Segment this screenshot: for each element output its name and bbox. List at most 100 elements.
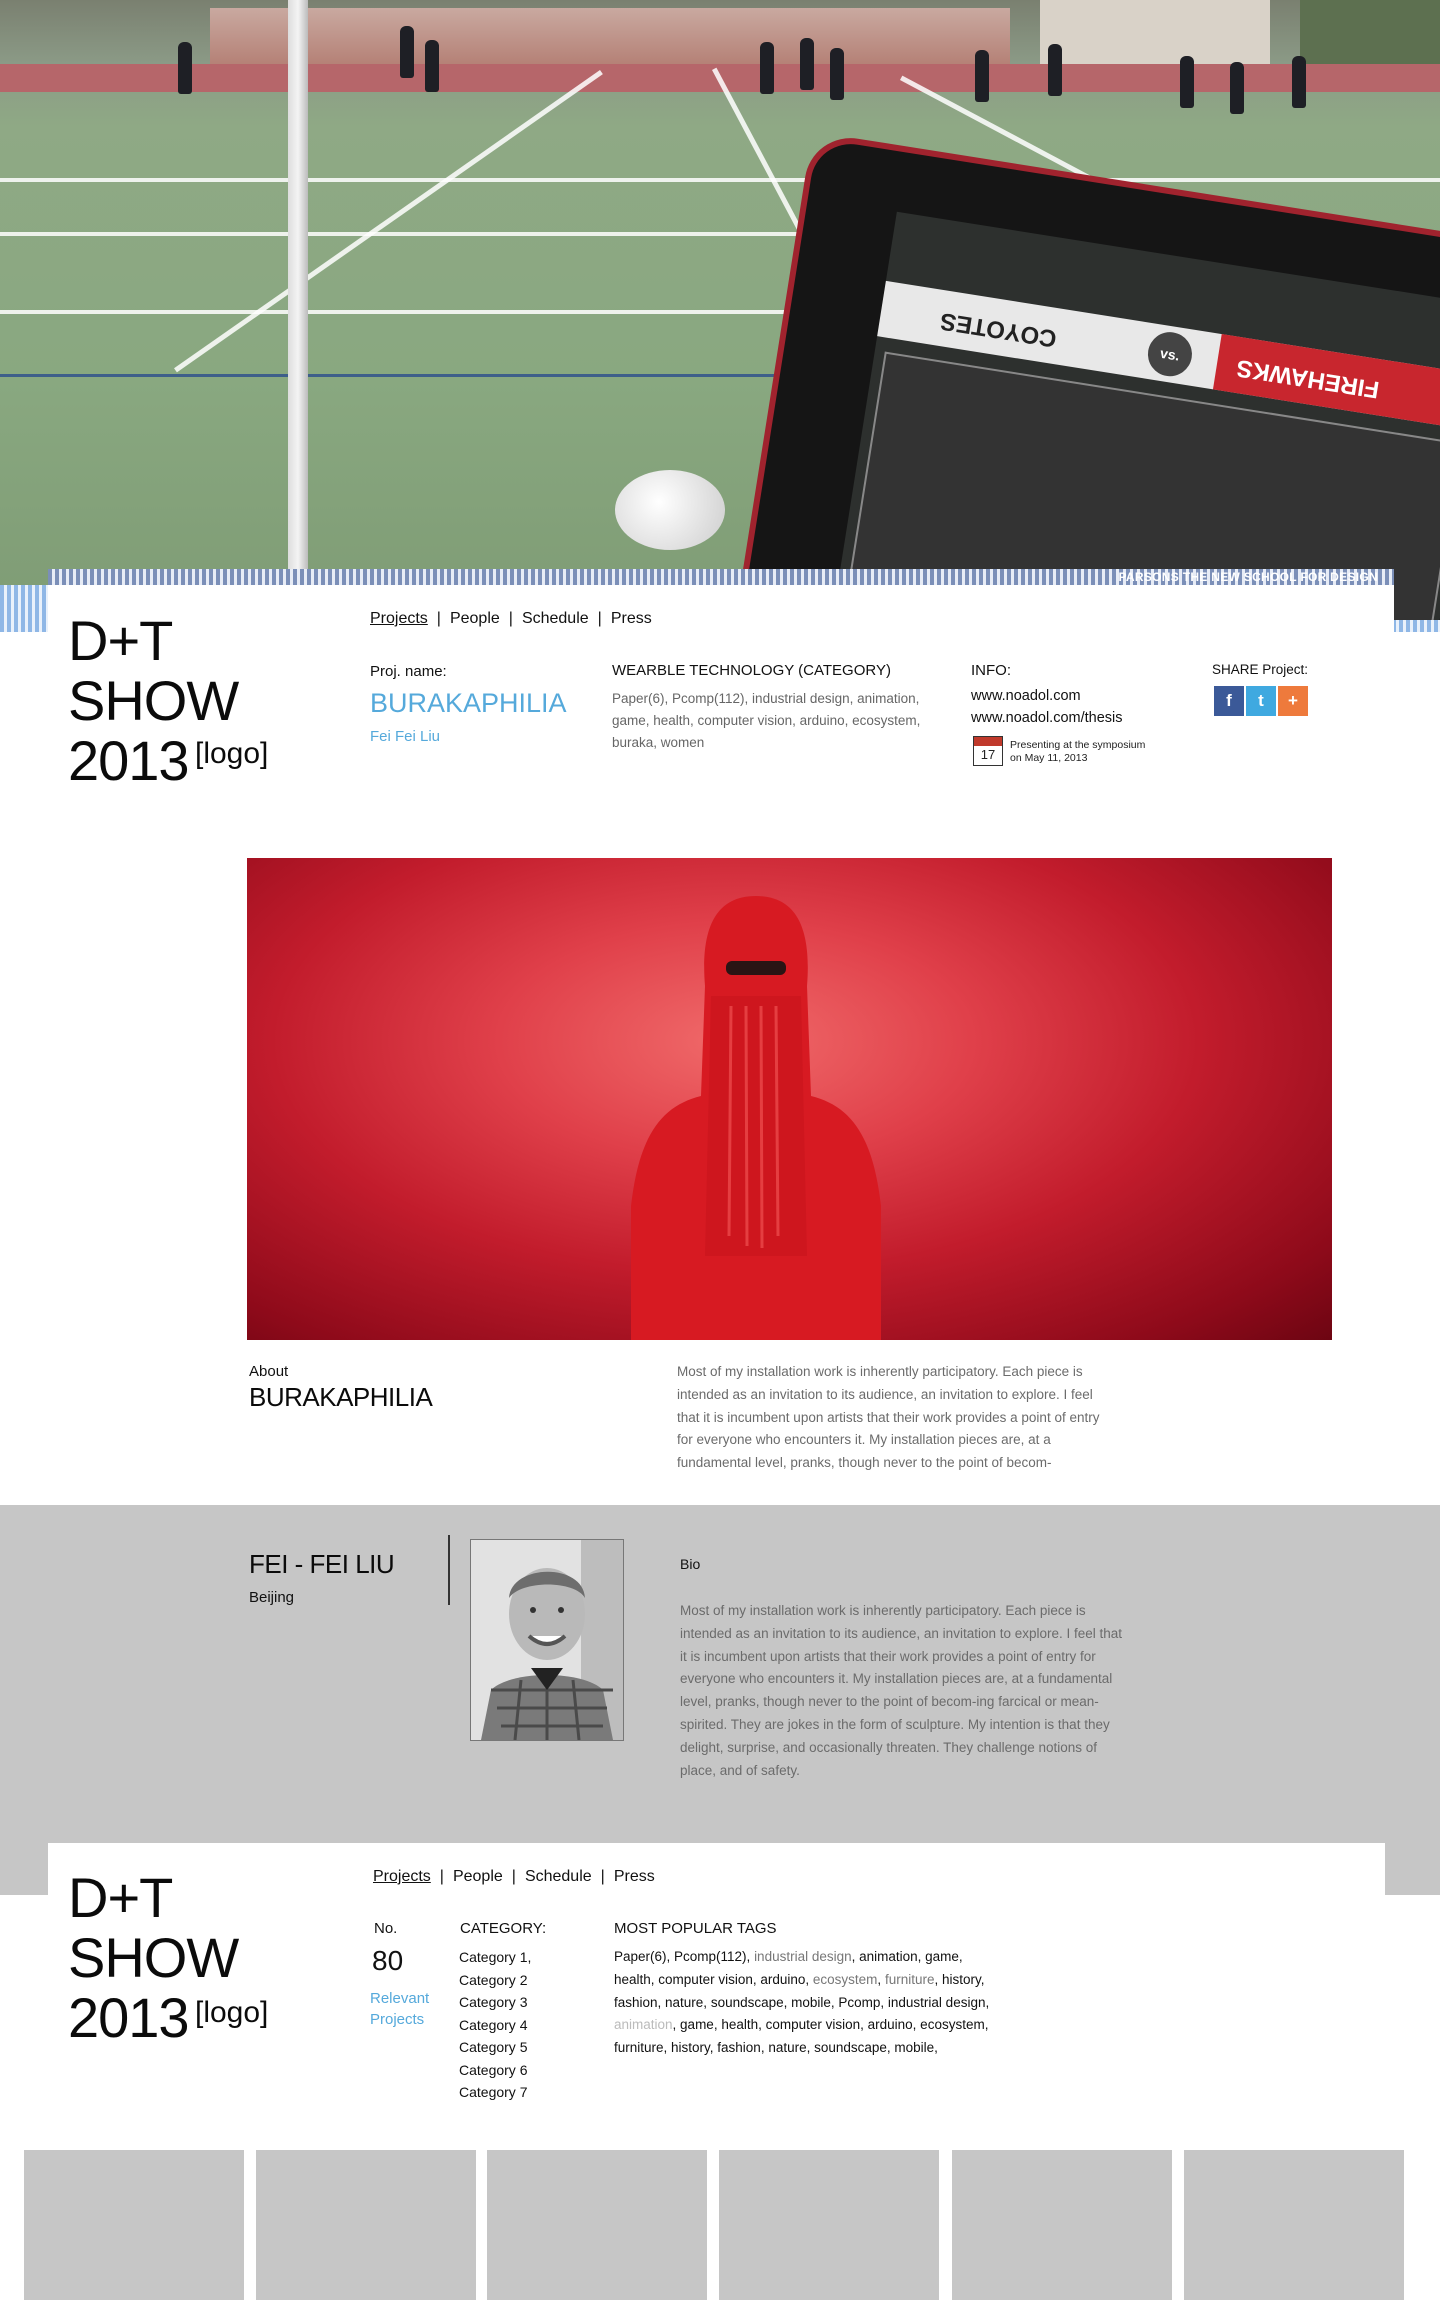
relevant-line2: Projects: [370, 2011, 425, 2028]
player-figure: [400, 26, 414, 78]
hero-photo: COYOTES vs. FIREHAWKS PARSONS THE NEW SC…: [0, 0, 1440, 632]
calendar-icon: 17: [973, 736, 1003, 766]
category-label: WEARBLE TECHNOLOGY (CATEGORY): [612, 662, 891, 679]
no-label: No.: [374, 1920, 398, 1937]
project-thumbnail[interactable]: [256, 2150, 476, 2300]
player-figure: [1230, 62, 1244, 114]
parsons-banner-text: PARSONS THE NEW SCHOOL FOR DESIGN: [1118, 570, 1378, 584]
team-left: COYOTES: [938, 307, 1059, 353]
person-photo: [470, 1539, 624, 1741]
divider: [448, 1535, 450, 1605]
about-text: Most of my installation work is inherent…: [677, 1364, 1100, 1471]
facebook-icon[interactable]: f: [1214, 686, 1244, 716]
nav-projects[interactable]: Projects: [373, 1868, 431, 1885]
info-label: INFO:: [971, 662, 1011, 679]
bio-label: Bio: [680, 1556, 701, 1572]
share-label: SHARE Project:: [1212, 662, 1309, 677]
project-thumbnail[interactable]: [1184, 2150, 1404, 2300]
field-line: [0, 178, 1440, 182]
field-line-diagonal: [174, 70, 603, 373]
info-url-2[interactable]: www.noadol.com/thesis: [971, 710, 1123, 726]
logo-line2: SHOW: [68, 669, 239, 732]
popular-tags-label: MOST POPULAR TAGS: [614, 1920, 777, 1937]
project-thumbnail[interactable]: [24, 2150, 244, 2300]
project-title: BURAKAPHILIA: [370, 688, 567, 718]
player-figure: [425, 40, 439, 92]
logo-line2: SHOW: [68, 1926, 239, 1989]
category-item[interactable]: Category 4: [459, 2014, 531, 2037]
project-thumbnail[interactable]: [719, 2150, 939, 2300]
nav-separator: |: [597, 610, 602, 627]
goal-post: [288, 0, 308, 632]
tag-text[interactable]: ,: [877, 1972, 885, 1987]
category-item[interactable]: Category 1,: [459, 1946, 531, 1969]
category-list-label: CATEGORY:: [460, 1920, 547, 1937]
logo-line1: D+T: [68, 1866, 173, 1929]
presenting-line2: on May 11, 2013: [1010, 752, 1088, 764]
veiled-figure: [631, 896, 881, 1340]
logo-line1: D+T: [68, 609, 173, 672]
person-portrait: [471, 1540, 623, 1740]
helmet: [615, 470, 725, 550]
nav-separator: |: [439, 1868, 444, 1885]
nav-separator: |: [436, 610, 441, 627]
parsons-banner: PARSONS THE NEW SCHOOL FOR DESIGN: [48, 569, 1394, 585]
main-nav: Projects | People | Schedule | Press: [370, 610, 652, 628]
popular-tags: Paper(6), Pcomp(112), industrial design,…: [614, 1946, 994, 2060]
share-more-icon[interactable]: +: [1278, 686, 1308, 716]
tag-text[interactable]: ecosystem: [813, 1972, 878, 1987]
nav-projects[interactable]: Projects: [370, 610, 428, 627]
category-item[interactable]: Category 5: [459, 2036, 531, 2059]
nav-people[interactable]: People: [450, 610, 500, 627]
project-count: 80: [372, 1945, 404, 1976]
player-figure: [760, 42, 774, 94]
player-figure: [975, 50, 989, 102]
about-label: About: [249, 1363, 289, 1380]
nav-press[interactable]: Press: [614, 1868, 655, 1885]
category-item[interactable]: Category 3: [459, 1991, 531, 2014]
info-url-1[interactable]: www.noadol.com: [971, 688, 1081, 704]
nav-press[interactable]: Press: [611, 610, 652, 627]
vs-badge: vs.: [1144, 329, 1196, 380]
tag-text[interactable]: Paper(6), Pcomp(112),: [614, 1949, 754, 1964]
category-item[interactable]: Category 7: [459, 2081, 531, 2104]
presenting-line1: Presenting at the symposium: [1010, 739, 1146, 751]
person-name: FEI - FEI LIU: [249, 1549, 395, 1579]
relevant-line1: Relevant: [370, 1990, 430, 2007]
about-title: BURAKAPHILIA: [249, 1382, 433, 1412]
proj-name-label: Proj. name:: [370, 663, 447, 680]
category-item[interactable]: Category 6: [459, 2059, 531, 2082]
category-item[interactable]: Category 2: [459, 1969, 531, 1992]
player-figure: [1180, 56, 1194, 108]
project-thumbnail[interactable]: [952, 2150, 1172, 2300]
project-tags: Paper(6), Pcomp(112), industrial design,…: [612, 691, 921, 750]
logo-tag: [logo]: [195, 737, 269, 770]
nav-separator: |: [600, 1868, 605, 1885]
nav-separator: |: [508, 610, 513, 627]
tablet-device: COYOTES vs. FIREHAWKS: [716, 131, 1440, 632]
category-list: Category 1, Category 2 Category 3 Catego…: [459, 1946, 531, 2104]
tag-text[interactable]: animation: [614, 2017, 673, 2032]
calendar-day: 17: [980, 747, 996, 762]
edge-pattern: [1392, 620, 1440, 632]
relevant-projects-link[interactable]: Relevant Projects: [370, 1990, 429, 2028]
presenting-note: Presenting at the symposium on May 11, 2…: [1010, 739, 1145, 765]
logo-tag-footer: [logo]: [195, 1996, 269, 2029]
tag-text[interactable]: furniture: [885, 1972, 935, 1987]
twitter-icon[interactable]: t: [1246, 686, 1276, 716]
bio-text: Most of my installation work is inherent…: [680, 1603, 1123, 1778]
tag-text[interactable]: industrial design: [754, 1949, 852, 1964]
player-figure: [800, 38, 814, 90]
school-building: [210, 8, 1010, 70]
nav-separator: |: [511, 1868, 516, 1885]
project-thumbnail[interactable]: [487, 2150, 707, 2300]
nav-schedule[interactable]: Schedule: [522, 610, 589, 627]
nav-people[interactable]: People: [453, 1868, 503, 1885]
project-main-image: [247, 858, 1332, 1340]
nav-schedule[interactable]: Schedule: [525, 1868, 592, 1885]
project-author-link[interactable]: Fei Fei Liu: [370, 728, 440, 745]
tag-text[interactable]: , arduino,: [753, 1972, 813, 1987]
player-figure: [830, 48, 844, 100]
tag-text[interactable]: computer vision: [658, 1972, 753, 1987]
player-figure: [1048, 44, 1062, 96]
